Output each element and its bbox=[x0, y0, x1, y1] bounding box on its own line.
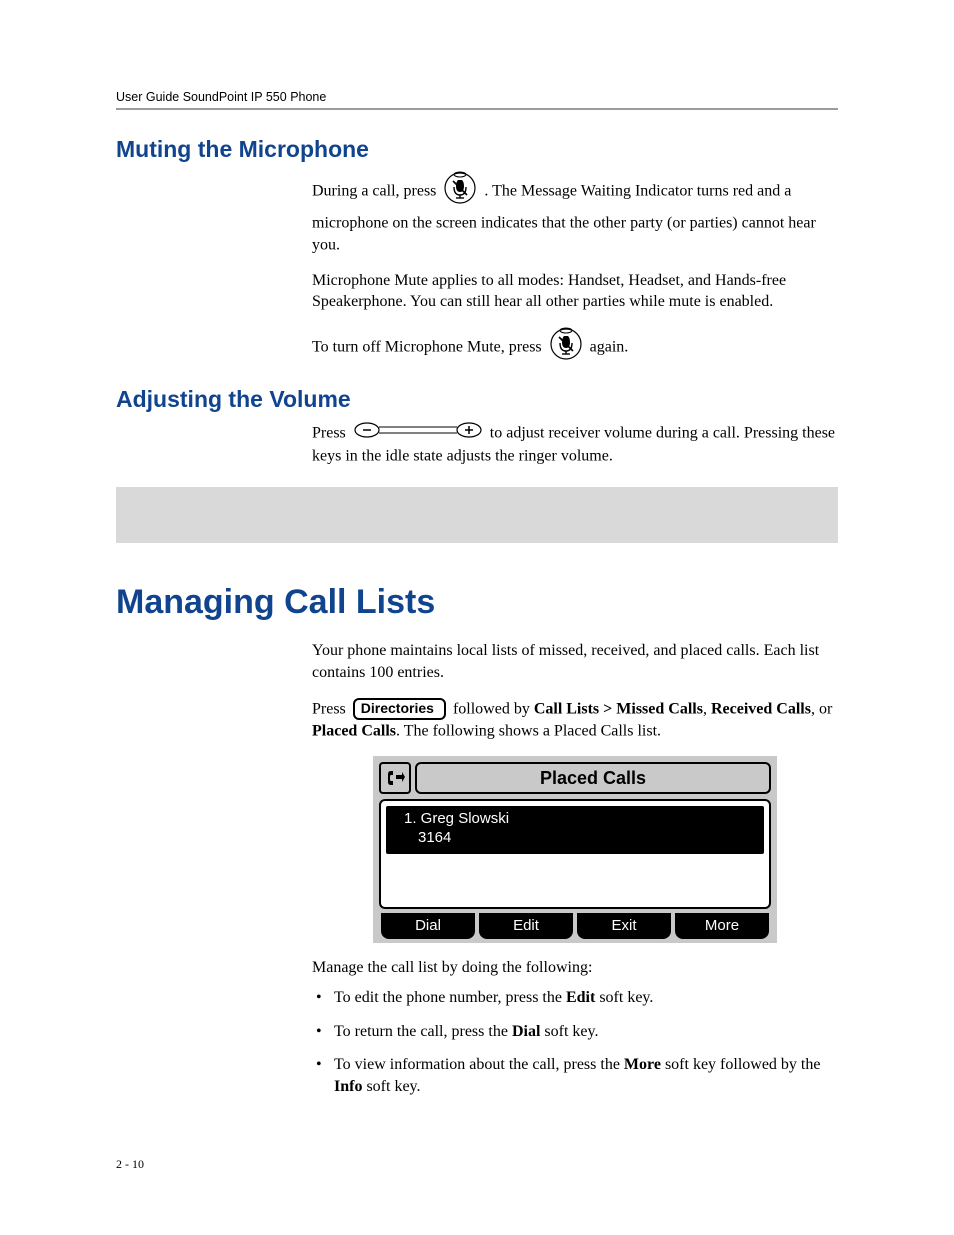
muting-paragraph-2: Microphone Mute applies to all modes: Ha… bbox=[312, 270, 838, 313]
softkey-more: More bbox=[675, 913, 769, 939]
softkey-edit: Edit bbox=[479, 913, 573, 939]
header-divider bbox=[116, 108, 838, 110]
nav-path-received-calls: Received Calls bbox=[711, 700, 811, 717]
entry-name: 1. Greg Slowski bbox=[404, 810, 756, 829]
softkey-name-edit: Edit bbox=[566, 989, 595, 1006]
text-chunk: , or bbox=[811, 700, 832, 717]
section-body-call-lists: Your phone maintains local lists of miss… bbox=[312, 640, 838, 1097]
nav-path-missed-calls: Call Lists > Missed Calls bbox=[534, 700, 703, 717]
softkey-name-info: Info bbox=[334, 1078, 362, 1095]
text-chunk: . The following shows a Placed Calls lis… bbox=[396, 722, 661, 739]
gray-placeholder-box bbox=[116, 487, 838, 543]
section-body-volume: Press to adjust receiver volume during a… bbox=[312, 421, 838, 468]
phone-softkey-row: Dial Edit Exit More bbox=[379, 913, 771, 939]
phone-screen-header: Placed Calls bbox=[379, 762, 771, 794]
volume-rocker-icon bbox=[353, 421, 483, 446]
text-chunk: To view information about the call, pres… bbox=[334, 1056, 624, 1073]
directories-button-icon: Directories bbox=[353, 698, 446, 719]
softkey-dial: Dial bbox=[381, 913, 475, 939]
phone-screenshot-placed-calls: Placed Calls 1. Greg Slowski 3164 Dial E… bbox=[373, 756, 777, 944]
section-body-muting: During a call, press . The Message Waiti… bbox=[312, 171, 838, 368]
text-chunk: To edit the phone number, press the bbox=[334, 989, 566, 1006]
text-chunk: soft key. bbox=[540, 1023, 598, 1040]
text-chunk: followed by bbox=[453, 700, 534, 717]
softkey-exit: Exit bbox=[577, 913, 671, 939]
softkey-name-dial: Dial bbox=[512, 1023, 540, 1040]
text-chunk: soft key. bbox=[362, 1078, 420, 1095]
volume-paragraph-1: Press to adjust receiver volume during a… bbox=[312, 421, 838, 468]
nav-path-placed-calls: Placed Calls bbox=[312, 722, 396, 739]
phone-screen-body: 1. Greg Slowski 3164 bbox=[379, 799, 771, 909]
text-chunk: To turn off Microphone Mute, press bbox=[312, 339, 546, 356]
section-heading-muting: Muting the Microphone bbox=[116, 136, 838, 163]
text-chunk: Press bbox=[312, 424, 350, 441]
section-heading-volume: Adjusting the Volume bbox=[116, 386, 838, 413]
muting-paragraph-3: To turn off Microphone Mute, press again… bbox=[312, 327, 838, 368]
bullet-item-dial: To return the call, press the Dial soft … bbox=[312, 1021, 838, 1043]
mute-button-icon bbox=[549, 327, 583, 368]
softkey-name-more: More bbox=[624, 1056, 661, 1073]
phone-list-entry: 1. Greg Slowski 3164 bbox=[386, 806, 764, 854]
running-header: User Guide SoundPoint IP 550 Phone bbox=[116, 90, 838, 108]
text-chunk: soft key. bbox=[595, 989, 653, 1006]
section-heading-call-lists: Managing Call Lists bbox=[116, 583, 838, 622]
text-chunk: , bbox=[703, 700, 711, 717]
call-lists-paragraph-1: Your phone maintains local lists of miss… bbox=[312, 640, 838, 683]
call-lists-paragraph-3: Manage the call list by doing the follow… bbox=[312, 957, 838, 979]
call-lists-paragraph-2: Press Directories followed by Call Lists… bbox=[312, 698, 838, 742]
phone-outgoing-icon bbox=[379, 762, 411, 794]
document-page: User Guide SoundPoint IP 550 Phone Mutin… bbox=[0, 0, 954, 1232]
entry-extension: 3164 bbox=[404, 829, 756, 848]
text-chunk: again. bbox=[590, 339, 629, 356]
phone-screen-title: Placed Calls bbox=[415, 762, 771, 794]
page-number: 2 - 10 bbox=[116, 1157, 838, 1172]
text-chunk: soft key followed by the bbox=[661, 1056, 821, 1073]
muting-paragraph-1: During a call, press . The Message Waiti… bbox=[312, 171, 838, 256]
text-chunk: To return the call, press the bbox=[334, 1023, 512, 1040]
bullet-item-edit: To edit the phone number, press the Edit… bbox=[312, 987, 838, 1009]
mute-button-icon bbox=[443, 171, 477, 212]
text-chunk: During a call, press bbox=[312, 183, 440, 200]
bullet-item-more-info: To view information about the call, pres… bbox=[312, 1054, 838, 1097]
text-chunk: Press bbox=[312, 700, 350, 717]
call-lists-bullets: To edit the phone number, press the Edit… bbox=[312, 987, 838, 1097]
